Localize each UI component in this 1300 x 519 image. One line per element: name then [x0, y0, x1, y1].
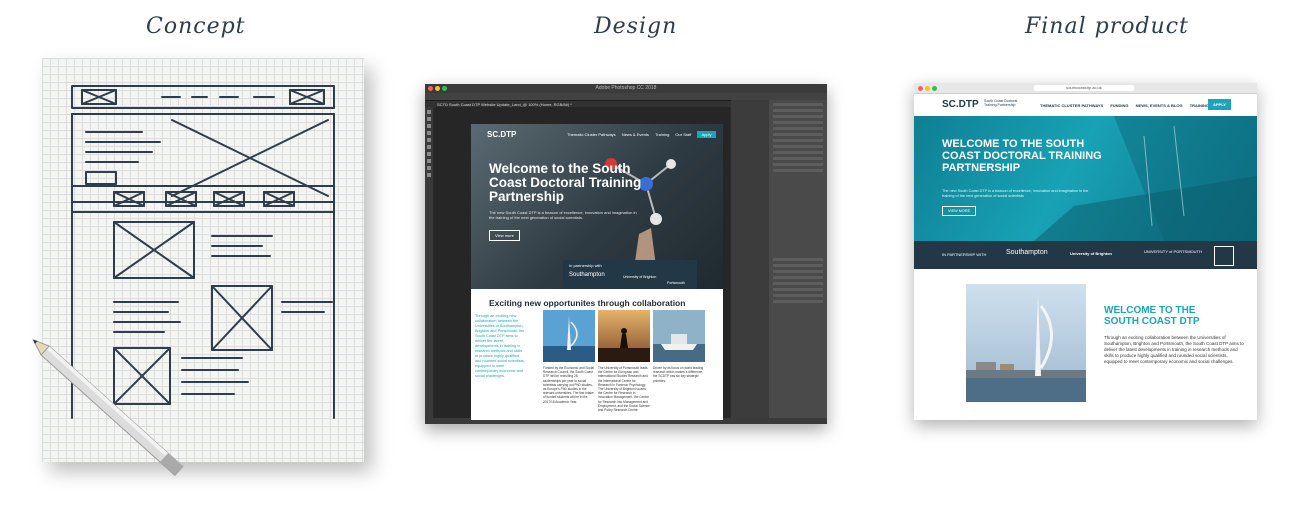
hand-tool-icon[interactable] — [427, 166, 431, 170]
partnership-label: IN PARTNERSHIP WITH — [942, 252, 987, 257]
site-logo-subtitle: South Coast Doctoral Training Partnershi… — [984, 99, 1018, 107]
final-product-heading: Final product — [1025, 14, 1189, 39]
hero-text: The new South Coast DTP is a beacon of e… — [942, 189, 1089, 198]
photoshop-properties-panel — [769, 100, 827, 424]
spinnaker-tower-photo — [966, 284, 1086, 402]
design-column-text-1: Funded by the Economic and Social Resear… — [543, 366, 595, 404]
design-nav-item[interactable]: Training — [655, 132, 669, 137]
marquee-tool-icon[interactable] — [427, 117, 431, 121]
site-header: SC.DTP South Coast Doctoral Training Par… — [914, 94, 1257, 116]
photoshop-toolbar — [425, 107, 433, 424]
ferry-ship-thumbnail — [653, 310, 705, 362]
design-nav-item[interactable]: Our Staff — [675, 132, 691, 137]
minimize-window-icon[interactable] — [925, 86, 930, 91]
concept-heading: Concept — [146, 14, 246, 39]
pencil-icon — [32, 338, 184, 477]
browser-window: southcoastdtp.ac.uk SC.DTP South Coast D… — [914, 83, 1257, 420]
browser-toolbar: southcoastdtp.ac.uk — [914, 83, 1257, 94]
harbour-aerial-image — [1034, 116, 1257, 241]
spinnaker-tower-thumbnail — [543, 310, 595, 362]
design-heading: Design — [594, 14, 678, 39]
design-partner-southampton: Southampton — [569, 272, 605, 278]
design-hero-image: SC.DTP Thematic Cluster Pathways News & … — [471, 124, 723, 289]
design-hero-title: Welcome to the South Coast Doctoral Trai… — [489, 161, 642, 204]
design-intro-text: Through an exciting new collaboration be… — [475, 314, 525, 378]
move-tool-icon[interactable] — [427, 110, 431, 114]
design-view-more-button[interactable]: View more — [489, 230, 520, 241]
partner-crest-icon — [1214, 246, 1234, 266]
design-partner-portsmouth: Portsmouth — [667, 281, 685, 285]
site-nav: THEMATIC CLUSTER PATHWAYS FUNDING NEWS, … — [1040, 103, 1235, 108]
nav-item-funding[interactable]: FUNDING — [1110, 103, 1128, 108]
nav-item-training[interactable]: TRAINING — [1190, 103, 1209, 108]
design-logo[interactable]: SC.DTP — [487, 130, 516, 139]
pen-tool-icon[interactable] — [427, 159, 431, 163]
welcome-text: Through an exciting collaboration betwee… — [1104, 335, 1244, 364]
hero-banner: WELCOME TO THE SOUTH COAST DOCTORAL TRAI… — [914, 116, 1257, 241]
address-bar[interactable]: southcoastdtp.ac.uk — [1034, 85, 1134, 91]
design-column-text-3: Driven by its focus on world leading res… — [653, 366, 704, 383]
design-nav-item[interactable]: Thematic Cluster Pathways — [567, 132, 616, 137]
design-partner-brighton: University of Brighton — [623, 275, 657, 279]
site-logo[interactable]: SC.DTP — [942, 99, 979, 110]
crop-tool-icon[interactable] — [427, 131, 431, 135]
design-nav: Thematic Cluster Pathways News & Events … — [567, 131, 721, 138]
view-more-button[interactable]: VIEW MORE — [942, 206, 977, 216]
partner-brighton-logo[interactable]: University of Brighton — [1070, 251, 1112, 256]
eraser-tool-icon[interactable] — [427, 145, 431, 149]
photoshop-title: Adobe Photoshop CC 2018 — [595, 85, 657, 91]
brush-tool-icon[interactable] — [427, 138, 431, 142]
photoshop-panel-dock — [731, 100, 769, 424]
lasso-tool-icon[interactable] — [427, 124, 431, 128]
partner-portsmouth-logo[interactable]: UNIVERSITY of PORTSMOUTH — [1144, 249, 1202, 254]
design-partnership-box: In partnership with Southampton Universi… — [563, 260, 697, 289]
photoshop-titlebar: Adobe Photoshop CC 2018 — [425, 84, 827, 93]
design-hero-text: The new South Coast DTP is a beacon of e… — [489, 210, 637, 220]
nav-item-news-events-blog[interactable]: NEWS, EVENTS & BLOG — [1136, 103, 1183, 108]
apply-button[interactable]: APPLY — [1208, 99, 1231, 110]
partner-southampton-logo[interactable]: Southampton — [1006, 249, 1048, 256]
partnership-strip: IN PARTNERSHIP WITH Southampton Universi… — [914, 241, 1257, 269]
text-tool-icon[interactable] — [427, 152, 431, 156]
hero-title: WELCOME TO THE SOUTH COAST DOCTORAL TRAI… — [942, 138, 1102, 174]
design-nav-item[interactable]: News & Events — [622, 132, 649, 137]
sunset-silhouette-thumbnail — [598, 310, 650, 362]
zoom-tool-icon[interactable] — [427, 173, 431, 177]
design-artboard: SC.DTP Thematic Cluster Pathways News & … — [471, 124, 723, 420]
design-column-text-2: The University of Portsmouth leads the C… — [598, 366, 650, 413]
welcome-title: WELCOME TO THE SOUTH COAST DTP — [1104, 305, 1200, 327]
close-window-icon[interactable] — [918, 86, 923, 91]
design-apply-button[interactable]: Apply — [697, 131, 716, 138]
nav-item-thematic-cluster-pathways[interactable]: THEMATIC CLUSTER PATHWAYS — [1040, 103, 1103, 108]
design-partnership-label: In partnership with — [569, 263, 602, 268]
design-section-title: Exciting new opportunites through collab… — [489, 298, 686, 308]
photoshop-window: Adobe Photoshop CC 2018 SCTD South Coast… — [425, 84, 827, 424]
maximize-window-icon[interactable] — [932, 86, 937, 91]
